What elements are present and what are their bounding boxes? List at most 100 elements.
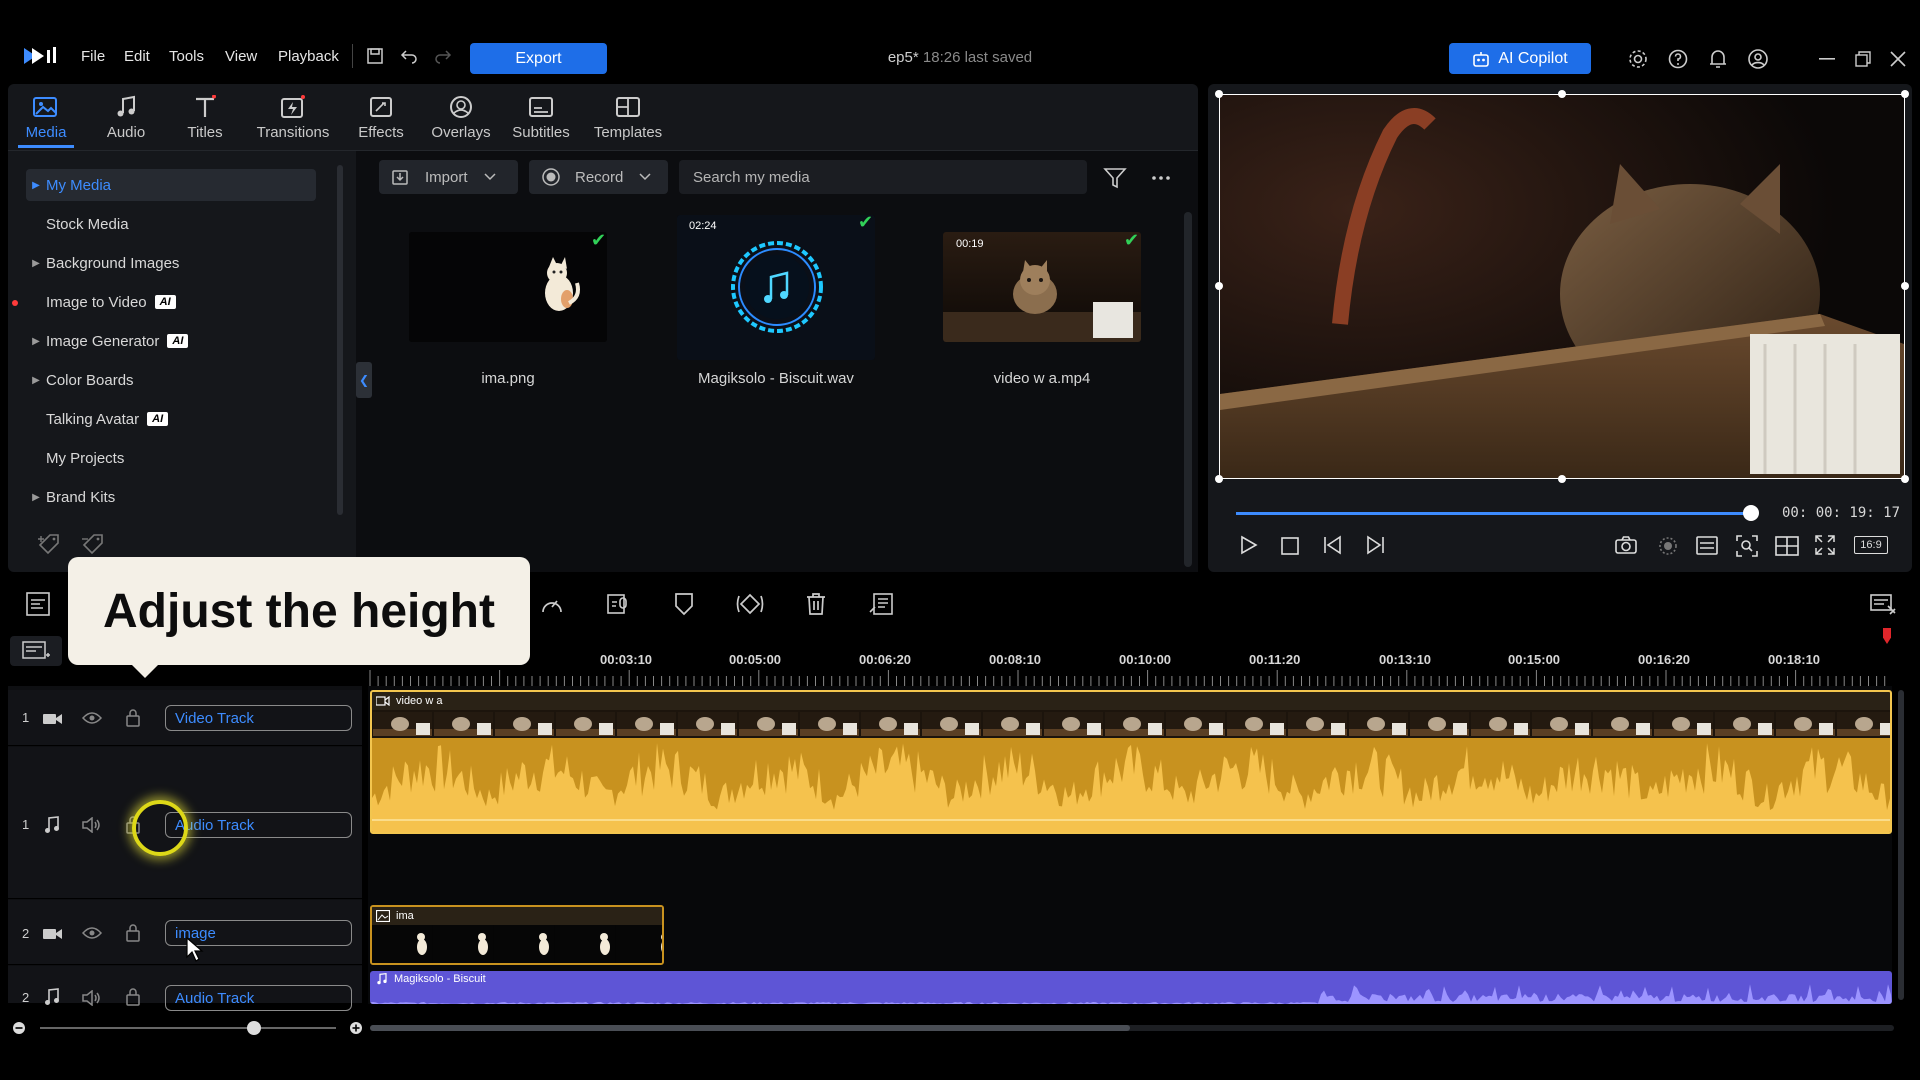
resize-handle[interactable] [1558,90,1566,98]
media-item-name: video w a.mp4 [993,370,1091,387]
tab-audio[interactable]: Audio [86,92,166,141]
lock-icon[interactable] [126,988,140,1006]
speaker-icon[interactable] [82,990,102,1006]
sidebar-scrollbar[interactable] [337,165,343,515]
play-icon[interactable] [1238,535,1258,555]
zoom-preview-icon[interactable] [1736,535,1758,557]
filter-icon[interactable] [1103,167,1127,189]
restore-icon[interactable] [1855,51,1871,67]
search-input[interactable]: Search my media [679,160,1087,194]
track-name-field[interactable]: Video Track [165,705,352,731]
resize-handle[interactable] [1558,475,1566,483]
zoom-slider-knob[interactable] [247,1021,261,1035]
speaker-icon[interactable] [82,817,102,833]
library-scrollbar[interactable] [1184,212,1192,567]
delete-trash-icon[interactable] [805,592,827,616]
subtitle-toggle-icon[interactable] [1696,536,1718,556]
stop-icon[interactable] [1281,537,1299,555]
record-icon [541,167,561,187]
marker-icon[interactable] [674,592,694,616]
gear-icon[interactable] [1627,48,1649,70]
remove-tag-icon[interactable] [82,533,108,555]
music-clip[interactable]: Magiksolo - Biscuit [370,971,1892,1004]
eye-visibility-icon[interactable] [82,711,102,725]
ai-copilot-button[interactable]: AI Copilot [1449,43,1591,74]
render-preview-icon[interactable] [1657,535,1679,557]
add-tag-icon[interactable] [38,533,64,555]
media-thumbnail-image[interactable] [409,232,607,342]
track-manager-icon[interactable] [10,636,62,666]
timeline-settings-icon[interactable] [1870,592,1896,616]
resize-handle[interactable] [1901,90,1909,98]
minimize-icon[interactable] [1819,58,1835,60]
zoom-out-icon[interactable] [12,1021,26,1035]
imported-check-icon: ✔ [858,212,874,232]
sidebar-item-image-generator[interactable]: ▶ Image Generator AI [26,325,306,357]
lock-icon[interactable] [126,709,140,727]
saved-status: 18:26 last saved [922,49,1033,66]
tab-effects[interactable]: Effects [341,92,421,141]
tab-label: Titles [187,124,223,141]
close-icon[interactable] [1890,51,1906,67]
sidebar-item-label: Image to Video [46,293,147,311]
voice-record-icon[interactable] [606,592,630,616]
lock-icon[interactable] [126,924,140,942]
music-note-icon [86,92,166,122]
help-icon[interactable] [1667,48,1689,70]
tab-media[interactable]: Media [6,92,86,141]
record-dropdown[interactable]: Record [529,160,668,194]
account-icon[interactable] [1747,48,1769,70]
sidebar-item-image-to-video[interactable]: Image to Video AI [26,286,306,318]
video-clip[interactable]: video w a [370,690,1892,834]
zoom-in-icon[interactable] [349,1021,363,1035]
timeline-vertical-scrollbar[interactable] [1898,690,1904,1000]
chevron-down-icon [483,173,496,181]
track-name-field[interactable]: Audio Track [165,812,352,838]
import-dropdown[interactable]: Import [379,160,518,194]
sidebar-item-background-images[interactable]: ▶ Background Images [26,247,306,279]
track-name-field[interactable]: Audio Track [165,985,352,1011]
resize-handle[interactable] [1215,282,1223,290]
resize-handle[interactable] [1901,475,1909,483]
ruler-tick-label: 00:10:00 [1119,652,1172,667]
resize-handle[interactable] [1215,475,1223,483]
media-thumbnail-audio[interactable] [677,215,875,360]
eye-visibility-icon[interactable] [82,926,102,940]
grid-lines-icon[interactable] [1775,536,1799,556]
subtitle-edit-icon[interactable] [869,592,895,616]
image-clip-icon [376,910,390,922]
tab-subtitles[interactable]: Subtitles [501,92,581,141]
resize-handle[interactable] [1901,282,1909,290]
aspect-ratio-button[interactable]: 16:9 [1854,536,1888,554]
click-highlight [132,800,188,856]
more-options-icon[interactable] [1152,176,1170,180]
seek-knob[interactable] [1743,505,1759,521]
sidebar-item-brand-kits[interactable]: ▶ Brand Kits [26,481,306,513]
sidebar-item-stock-media[interactable]: Stock Media [26,208,306,240]
speed-icon[interactable] [540,594,564,616]
preview-seek-bar[interactable] [1236,512,1748,515]
tab-titles[interactable]: Titles [165,92,245,141]
image-clip[interactable]: ima [370,905,664,965]
keyframe-icon[interactable] [735,592,765,616]
zoom-slider-track[interactable] [40,1027,336,1029]
clip-header: video w a [372,692,1890,710]
sidebar-item-my-projects[interactable]: My Projects [26,442,306,474]
previous-frame-icon[interactable] [1322,535,1346,555]
collapse-sidebar-button[interactable]: ❮ [356,362,372,398]
sidebar-item-talking-avatar[interactable]: Talking Avatar AI [26,403,306,435]
resize-handle[interactable] [1215,90,1223,98]
tab-transitions[interactable]: Transitions [253,92,333,141]
sidebar-item-color-boards[interactable]: ▶ Color Boards [26,364,306,396]
snapshot-camera-icon[interactable] [1614,535,1638,555]
timeline-mode-icon[interactable] [26,592,50,616]
timeline-tracks[interactable]: video w a ima Magiksolo - Biscuit [368,686,1892,1004]
tab-overlays[interactable]: Overlays [421,92,501,141]
next-frame-icon[interactable] [1362,535,1386,555]
bell-icon[interactable] [1708,48,1728,70]
tab-templates[interactable]: Templates [588,92,668,141]
horizontal-scroll-thumb[interactable] [370,1025,1130,1031]
ruler-tick-label: 00:08:10 [989,652,1042,667]
sidebar-item-my-media[interactable]: ▶ My Media [26,169,316,201]
fullscreen-icon[interactable] [1815,535,1835,555]
